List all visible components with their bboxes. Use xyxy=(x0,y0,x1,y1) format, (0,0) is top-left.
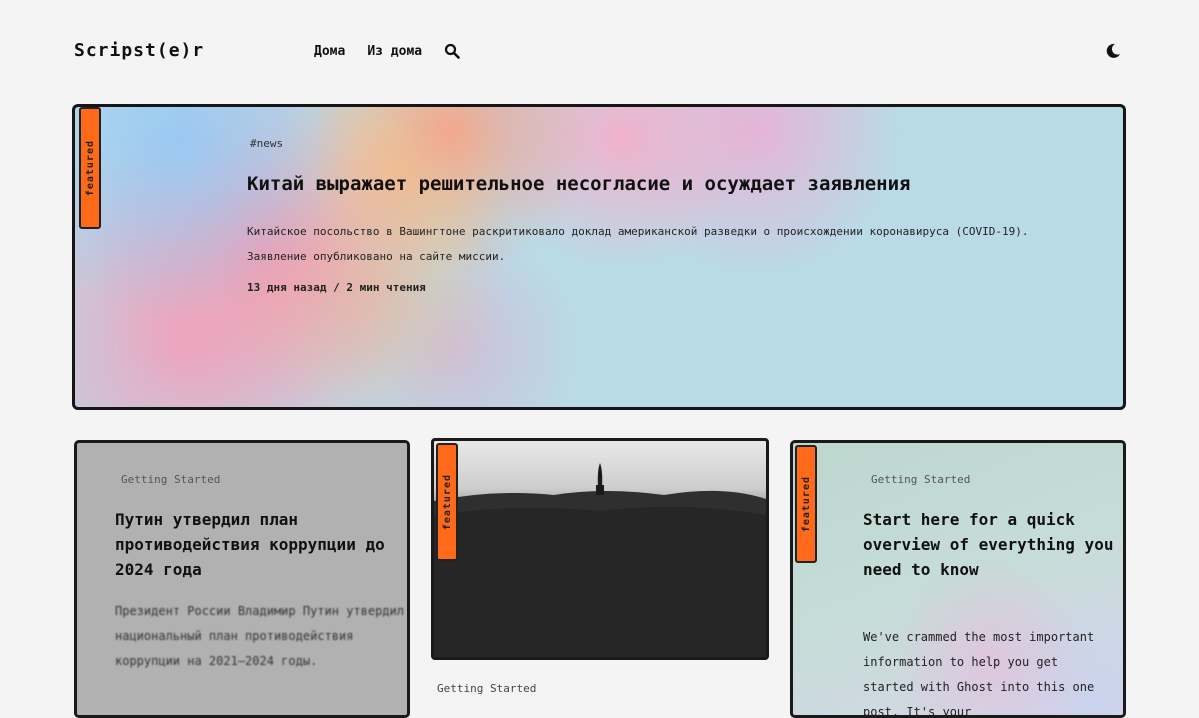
featured-badge: featured xyxy=(79,107,101,229)
featured-badge: featured xyxy=(436,443,458,561)
post-card-excerpt: Президент России Владимир Путин утвердил… xyxy=(115,604,404,668)
search-icon[interactable] xyxy=(444,43,460,59)
post-card-tag[interactable]: Getting Started xyxy=(437,682,536,695)
post-card[interactable]: featured Getting Started Start here for … xyxy=(790,440,1126,718)
post-card-title[interactable]: Путин утвердил план противодействия корр… xyxy=(115,507,405,582)
post-card-excerpt: We've crammed the most important informa… xyxy=(863,630,1095,718)
hero-post-excerpt: Китайское посольство в Вашингтоне раскри… xyxy=(247,225,1029,263)
hero-post-meta: 13 дня назад / 2 мин чтения xyxy=(247,281,426,294)
main-nav: Дома Из дома xyxy=(314,43,460,59)
post-card-tag[interactable]: Getting Started xyxy=(121,473,220,486)
post-card-title[interactable]: Start here for a quick overview of every… xyxy=(863,507,1123,582)
nav-link-away[interactable]: Из дома xyxy=(367,44,422,59)
post-card-tag[interactable]: Getting Started xyxy=(871,473,970,486)
post-card-image[interactable]: featured xyxy=(431,438,769,660)
site-logo[interactable]: Scripst(e)r xyxy=(74,40,204,61)
hero-post-title[interactable]: Китай выражает решительное несогласие и … xyxy=(247,173,1107,195)
landscape-image xyxy=(434,463,766,657)
site-header: Scripst(e)r Дома Из дома xyxy=(0,0,1199,100)
moon-icon[interactable] xyxy=(1104,42,1122,60)
hero-post-tag[interactable]: #news xyxy=(250,137,283,150)
nav-link-home[interactable]: Дома xyxy=(314,44,345,59)
featured-badge: featured xyxy=(795,445,817,563)
post-card[interactable]: Getting Started Путин утвердил план прот… xyxy=(74,440,410,718)
hero-post-card[interactable]: featured #news Китай выражает решительно… xyxy=(72,104,1126,410)
